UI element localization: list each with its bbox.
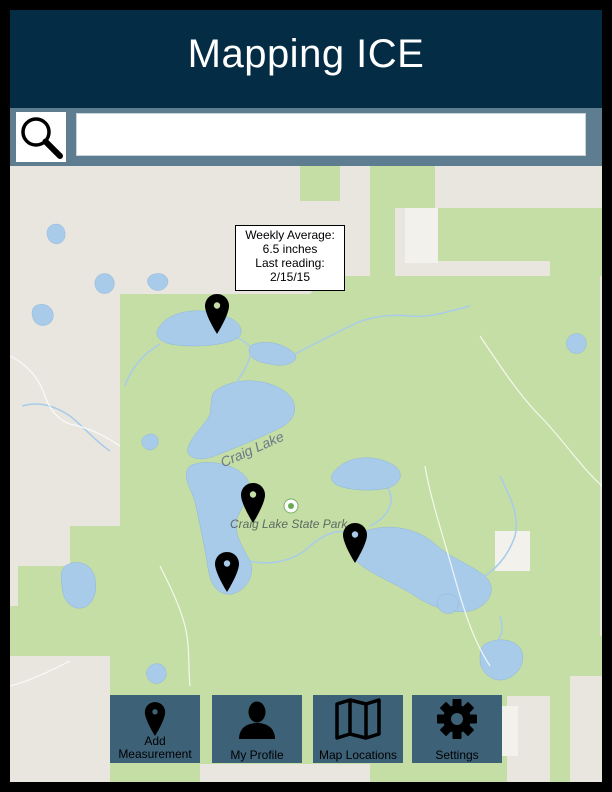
search-input[interactable] <box>76 113 586 156</box>
map-pin-icon[interactable] <box>240 482 266 524</box>
land-block <box>405 208 438 263</box>
land-block <box>495 531 530 571</box>
lake <box>46 223 66 244</box>
map-pin-icon[interactable] <box>214 551 240 593</box>
lake <box>141 433 159 451</box>
settings-label: Settings <box>435 748 479 762</box>
tooltip-line: 6.5 inches <box>262 242 318 256</box>
search-bar <box>10 108 602 166</box>
app-title: Mapping ICE <box>187 31 425 76</box>
add-measurement-button[interactable]: Add Measurement <box>110 695 200 763</box>
measurement-tooltip: Weekly Average: 6.5 inches Last reading:… <box>235 225 345 291</box>
gear-icon <box>412 697 502 741</box>
app-header: Mapping ICE <box>10 10 602 108</box>
lake <box>566 333 587 354</box>
tooltip-line: 2/15/15 <box>269 270 311 284</box>
lake <box>146 663 167 684</box>
app-frame: Mapping ICE Craig Lake Craig Lake State … <box>10 10 602 782</box>
add-measurement-label: Add Measurement <box>118 734 192 761</box>
lake <box>31 304 54 326</box>
park-strip-north-2 <box>300 166 340 201</box>
settings-button[interactable]: Settings <box>412 695 502 763</box>
tooltip-line: Weekly Average: <box>245 228 335 242</box>
map-pin-icon[interactable] <box>204 293 230 335</box>
map-locations-button[interactable]: Map Locations <box>313 695 403 763</box>
park-block-sw <box>10 606 110 656</box>
search-button[interactable] <box>16 112 66 162</box>
my-profile-label: My Profile <box>230 748 284 762</box>
magnifier-icon <box>21 117 63 159</box>
park-marker-icon <box>283 498 299 514</box>
user-icon <box>212 697 302 741</box>
map-locations-label: Map Locations <box>318 748 398 762</box>
folded-map-icon <box>313 697 403 741</box>
tooltip-line: Last reading: <box>255 256 325 270</box>
lake <box>94 273 115 294</box>
map-view[interactable]: Craig Lake Craig Lake State Park Weekly … <box>10 166 602 782</box>
my-profile-button[interactable]: My Profile <box>212 695 302 763</box>
map-pin-icon[interactable] <box>342 522 368 564</box>
